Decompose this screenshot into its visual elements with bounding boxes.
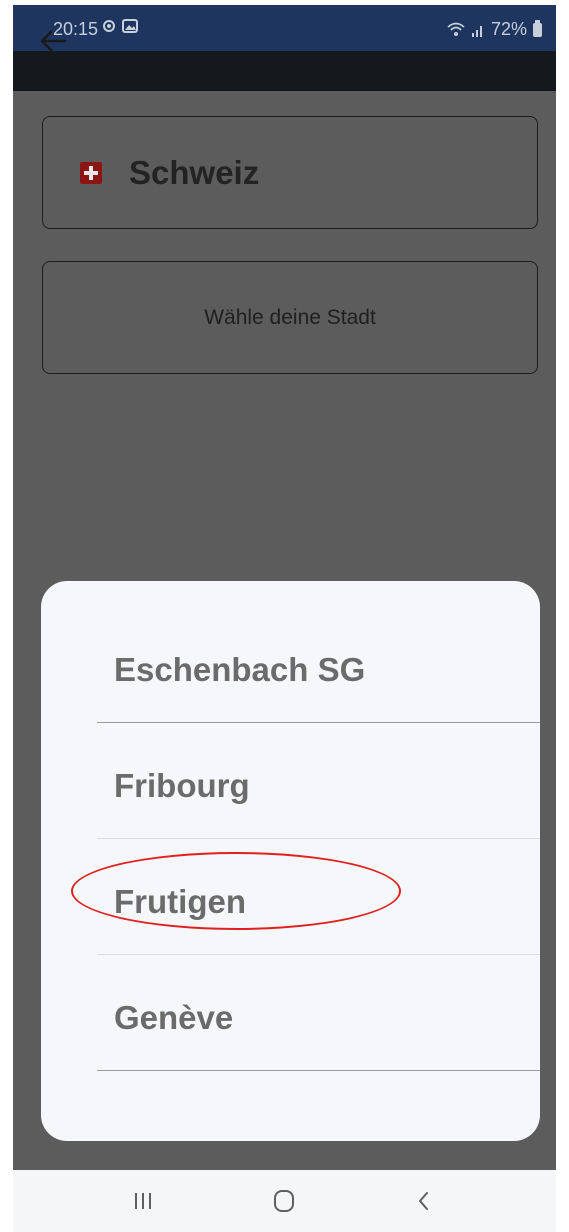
city-option[interactable]: Genève bbox=[114, 999, 233, 1037]
country-label: Schweiz bbox=[129, 153, 260, 191]
app-screen: 20:15 72% Schweiz Wähle deine Stadt Esch… bbox=[13, 5, 556, 1232]
wifi-icon bbox=[447, 22, 465, 36]
signal-icon bbox=[471, 25, 482, 37]
city-option[interactable]: Eschenbach SG bbox=[114, 651, 365, 689]
highlight-ellipse bbox=[71, 852, 401, 930]
city-placeholder: Wähle deine Stadt bbox=[204, 305, 376, 329]
city-option[interactable]: Fribourg bbox=[114, 767, 250, 805]
app-bar bbox=[13, 51, 556, 91]
divider bbox=[97, 722, 540, 723]
recent-apps-icon[interactable] bbox=[128, 1188, 158, 1214]
back-icon[interactable] bbox=[409, 1188, 439, 1214]
home-icon[interactable] bbox=[269, 1188, 299, 1214]
battery-level: 72% bbox=[490, 19, 527, 39]
notification-settings-icon bbox=[103, 20, 115, 32]
gallery-icon bbox=[122, 19, 138, 33]
status-right: 72% bbox=[447, 19, 542, 40]
battery-icon bbox=[533, 19, 542, 37]
divider bbox=[97, 838, 540, 839]
swiss-flag-icon bbox=[80, 161, 102, 184]
divider bbox=[97, 1070, 540, 1071]
city-selector[interactable]: Wähle deine Stadt bbox=[42, 261, 538, 374]
system-nav-bar bbox=[13, 1170, 556, 1232]
country-selector[interactable]: Schweiz bbox=[42, 116, 538, 229]
status-bar: 20:15 72% bbox=[13, 5, 556, 52]
notification-icons bbox=[101, 18, 138, 34]
divider bbox=[97, 954, 540, 955]
